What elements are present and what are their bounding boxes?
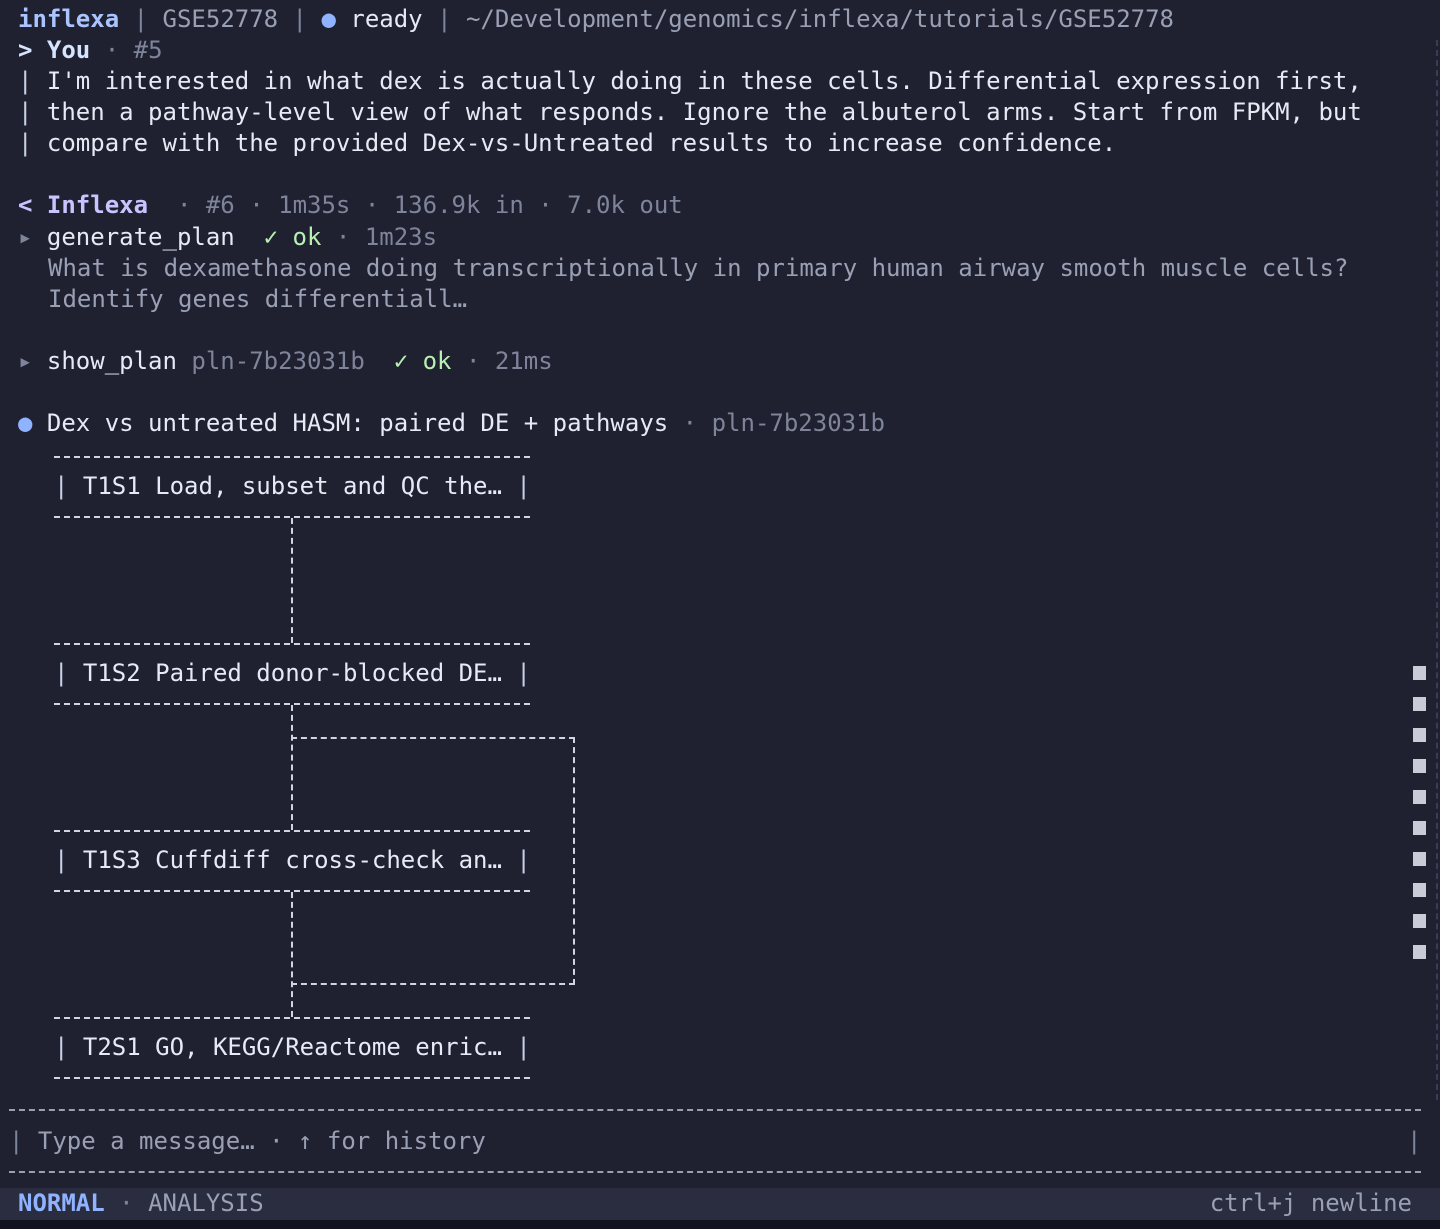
scrollbar-thumb[interactable] <box>1413 945 1426 959</box>
user-message-header: > You · #5 <box>18 36 163 64</box>
user-message-id: #5 <box>133 36 163 64</box>
user-sender: You <box>46 36 91 64</box>
user-prompt-icon: > <box>18 36 33 64</box>
plan-edge <box>291 705 293 830</box>
tokens-in: 136.9k in <box>393 191 524 219</box>
tool-status: ✓ ok <box>393 347 452 375</box>
scrollbar-thumb[interactable] <box>1413 821 1426 835</box>
assistant-message-header: < Inflexa · #6 · 1m35s · 136.9k in · 7.0… <box>18 191 683 219</box>
plan-edge <box>291 892 293 1017</box>
plan-node[interactable]: | T1S1 Load, subset and QC the… | <box>54 456 531 518</box>
user-message-line: | compare with the provided Dex-vs-Untre… <box>18 129 1117 157</box>
plan-node[interactable]: | T2S1 GO, KEGG/Reactome enric… | <box>54 1017 531 1079</box>
plan-bullet-icon: ● <box>18 409 33 437</box>
app-name: inflexa <box>18 5 120 33</box>
working-path: ~/Development/genomics/inflexa/tutorials… <box>465 5 1174 33</box>
title-bar: inflexa | GSE52778 | ● ready | ~/Develop… <box>18 5 1174 33</box>
scrollbar-thumb[interactable] <box>1413 728 1426 742</box>
scrollbar-thumb[interactable] <box>1413 759 1426 773</box>
tool-time: 21ms <box>494 347 553 375</box>
plan-edge <box>291 737 575 739</box>
tool-name: generate_plan <box>46 223 235 251</box>
plan-id: pln-7b23031b <box>711 409 885 437</box>
assistant-duration: 1m35s <box>278 191 351 219</box>
assistant-prompt-icon: < <box>18 191 33 219</box>
scrollbar-thumb[interactable] <box>1413 790 1426 804</box>
tool-status: ✓ ok <box>263 223 322 251</box>
assistant-sender: Inflexa <box>46 191 149 219</box>
assistant-message-id: #6 <box>205 191 235 219</box>
expand-triangle-icon[interactable]: ▸ <box>18 347 32 375</box>
plan-node[interactable]: | T1S2 Paired donor-blocked DE… | <box>54 643 531 705</box>
plan-header: ● Dex vs untreated HASM: paired DE + pat… <box>18 409 885 437</box>
input-placeholder: Type a message… · ↑ for history <box>37 1127 486 1155</box>
input-right-border: | <box>1407 1127 1422 1155</box>
user-message-line: | then a pathway-level view of what resp… <box>18 98 1362 126</box>
scrollbar-track <box>1436 40 1438 1100</box>
status-bar: NORMAL · ANALYSIS ctrl+j newline <box>0 1188 1440 1220</box>
keybinding-hint: ctrl+j newline <box>1209 1189 1412 1217</box>
plan-node[interactable]: | T1S3 Cuffdiff cross-check an… | <box>54 830 531 892</box>
message-input[interactable]: | Type a message… · ↑ for history <box>9 1126 486 1157</box>
tool-call-generate-plan[interactable]: ▸ generate_plan ✓ ok · 1m23s <box>18 222 437 253</box>
plan-title: Dex vs untreated HASM: paired DE + pathw… <box>46 409 669 437</box>
tool-name: show_plan <box>46 347 177 375</box>
user-message-line: | I'm interested in what dex is actually… <box>18 67 1362 95</box>
plan-edge <box>573 737 575 985</box>
message-input-box[interactable]: | Type a message… · ↑ for history | <box>9 1109 1421 1173</box>
tokens-out: 7.0k out <box>567 191 683 219</box>
tool-output-line: Identify genes differentiall… <box>48 285 468 313</box>
scrollbar-thumb[interactable] <box>1413 883 1426 897</box>
status-text: ready <box>350 5 423 33</box>
tool-call-show-plan[interactable]: ▸ show_plan pln-7b23031b ✓ ok · 21ms <box>18 346 553 377</box>
scrollbar-thumb[interactable] <box>1413 697 1426 711</box>
tool-output-line: What is dexamethasone doing transcriptio… <box>48 254 1349 282</box>
tool-time: 1m23s <box>364 223 438 251</box>
dataset-label: GSE52778 <box>162 5 279 33</box>
status-left: NORMAL · ANALYSIS <box>18 1189 264 1217</box>
scrollbar-thumb[interactable] <box>1413 914 1426 928</box>
tool-arg: pln-7b23031b <box>191 347 365 375</box>
scrollbar-thumb[interactable] <box>1413 852 1426 866</box>
expand-triangle-icon[interactable]: ▸ <box>18 223 32 251</box>
scrollbar-thumb[interactable] <box>1413 666 1426 680</box>
mode-indicator: NORMAL <box>18 1189 105 1217</box>
context-indicator: ANALYSIS <box>148 1189 264 1217</box>
status-dot-icon: ● <box>321 5 336 33</box>
plan-edge <box>291 518 293 643</box>
plan-edge <box>291 983 575 985</box>
window-bottom-edge <box>0 1220 1440 1229</box>
